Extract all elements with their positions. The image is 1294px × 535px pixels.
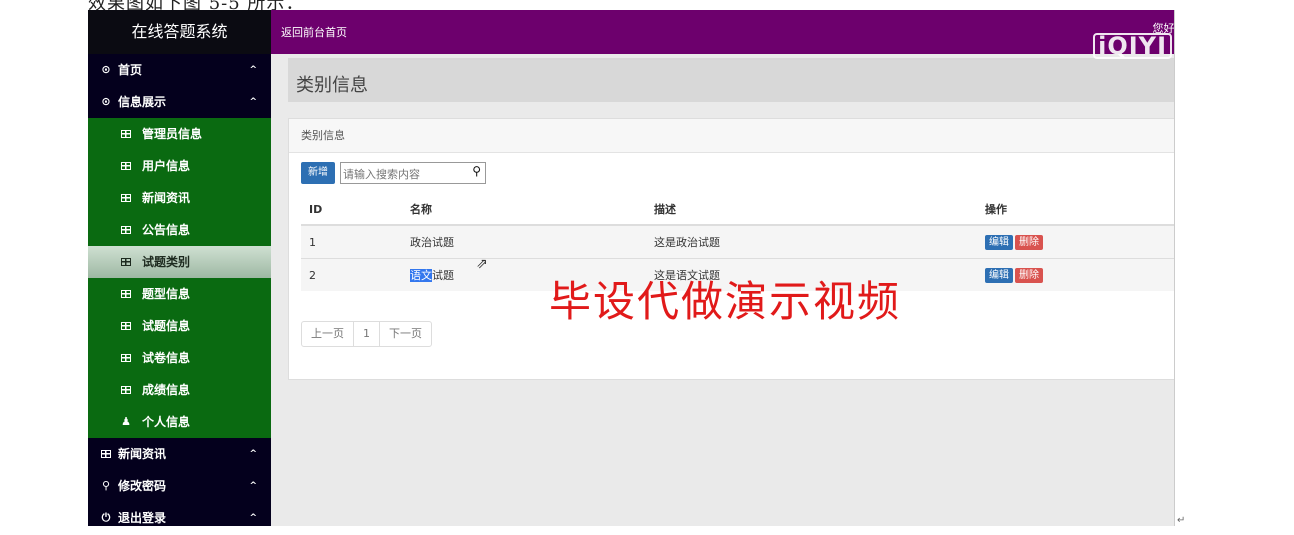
cell-name: 政治试题 bbox=[402, 224, 646, 259]
cell-id: 1 bbox=[301, 224, 402, 259]
sidebar-item-label: 用户信息 bbox=[142, 159, 191, 173]
column-header-actions: 操作 bbox=[977, 194, 1174, 226]
sidebar-item-label: 试题信息 bbox=[142, 319, 191, 333]
table-icon bbox=[120, 214, 132, 246]
chevron-up-icon: ^ bbox=[249, 481, 257, 491]
back-to-frontend-link[interactable]: 返回前台首页 bbox=[281, 24, 347, 40]
column-header-id: ID bbox=[301, 194, 402, 226]
table-icon bbox=[100, 438, 112, 470]
sidebar-item-label: 试卷信息 bbox=[142, 351, 191, 365]
chevron-up-icon: ^ bbox=[249, 97, 257, 107]
sidebar-item-label: 公告信息 bbox=[142, 223, 191, 237]
add-button[interactable]: 新增 bbox=[301, 162, 335, 184]
sidebar-item-label: 新闻资讯 bbox=[118, 447, 167, 461]
cell-description: 这是政治试题 bbox=[646, 224, 977, 259]
sidebar-item-info-display[interactable]: ⊙ 信息展示 ^ bbox=[88, 86, 271, 118]
sidebar-item-admin-info[interactable]: 管理员信息 bbox=[88, 118, 271, 150]
sidebar-item-label: 退出登录 bbox=[118, 511, 167, 525]
cell-actions: 编辑 删除 bbox=[977, 258, 1174, 291]
pagination: 上一页 1 下一页 bbox=[301, 321, 432, 347]
sidebar-submenu: 管理员信息 用户信息 新闻资讯 公告信息 试题类别 题型信息 试题信息 试卷信息… bbox=[88, 118, 271, 438]
table-header-row: ID 名称 描述 操作 bbox=[301, 194, 1174, 226]
watermark-overlay: 毕设代做演示视频 bbox=[549, 277, 902, 326]
mouse-cursor-icon: ⇗ bbox=[476, 256, 488, 272]
chevron-up-icon: ^ bbox=[249, 449, 257, 459]
sidebar-item-home[interactable]: ⊙ 首页 ^ bbox=[88, 54, 271, 86]
column-header-description: 描述 bbox=[646, 194, 977, 226]
sidebar-item-news-section[interactable]: 新闻资讯 ^ bbox=[88, 438, 271, 470]
next-page-button[interactable]: 下一页 bbox=[380, 322, 431, 346]
prev-page-button[interactable]: 上一页 bbox=[302, 322, 354, 346]
table-icon bbox=[120, 246, 132, 278]
sidebar-item-label: 试题类别 bbox=[142, 255, 191, 269]
page-header: 类别信息 bbox=[288, 58, 1174, 102]
page-edge-divider bbox=[1174, 10, 1175, 526]
sidebar-item-label: 成绩信息 bbox=[142, 383, 191, 397]
table-row: 1 政治试题 这是政治试题 编辑 删除 bbox=[301, 224, 1174, 259]
search-input[interactable] bbox=[341, 165, 461, 184]
sidebar: 在线答题系统 ⊙ 首页 ^ ⊙ 信息展示 ^ 管理员信息 用户信息 新闻资讯 公… bbox=[88, 10, 271, 526]
table-icon bbox=[120, 150, 132, 182]
sidebar-item-label: 管理员信息 bbox=[142, 127, 203, 141]
sidebar-item-change-password[interactable]: ⚲ 修改密码 ^ bbox=[88, 470, 271, 502]
sidebar-item-question-info[interactable]: 试题信息 bbox=[88, 310, 271, 342]
sidebar-item-news[interactable]: 新闻资讯 bbox=[88, 182, 271, 214]
sidebar-item-label: 修改密码 bbox=[118, 479, 167, 493]
table-icon bbox=[120, 278, 132, 310]
top-bar: 返回前台首页 您好, bbox=[271, 10, 1174, 54]
toolbar: 新增 ⚲ bbox=[301, 162, 486, 184]
sidebar-item-score-info[interactable]: 成绩信息 bbox=[88, 374, 271, 406]
sidebar-item-question-category[interactable]: 试题类别 bbox=[88, 246, 271, 278]
edit-button[interactable]: 编辑 bbox=[985, 267, 1013, 283]
table-icon bbox=[120, 118, 132, 150]
cell-id: 2 bbox=[301, 258, 402, 291]
cell-actions: 编辑 删除 bbox=[977, 224, 1174, 259]
search-icon[interactable]: ⚲ bbox=[472, 164, 481, 178]
sidebar-item-notice[interactable]: 公告信息 bbox=[88, 214, 271, 246]
content-panel: 类别信息 新增 ⚲ ID 名称 描述 操作 bbox=[288, 118, 1174, 380]
dashboard-icon: ⊙ bbox=[101, 63, 111, 76]
cell-name-rest: 试题 bbox=[432, 269, 454, 282]
user-icon: ♟ bbox=[121, 415, 131, 428]
table-icon bbox=[120, 342, 132, 374]
edit-button[interactable]: 编辑 bbox=[985, 234, 1013, 250]
sidebar-item-label: 新闻资讯 bbox=[142, 191, 191, 205]
sidebar-item-user-info[interactable]: 用户信息 bbox=[88, 150, 271, 182]
table-icon bbox=[120, 374, 132, 406]
sidebar-item-label: 个人信息 bbox=[142, 415, 191, 429]
power-icon: ⏻ bbox=[101, 511, 111, 524]
delete-button[interactable]: 删除 bbox=[1015, 267, 1043, 283]
app-brand: 在线答题系统 bbox=[88, 10, 271, 54]
page-title: 类别信息 bbox=[296, 75, 368, 96]
sidebar-item-label: 题型信息 bbox=[142, 287, 191, 301]
sidebar-item-label: 信息展示 bbox=[118, 95, 167, 109]
sidebar-item-paper-info[interactable]: 试卷信息 bbox=[88, 342, 271, 374]
column-header-name: 名称 bbox=[402, 194, 646, 226]
page-number-button[interactable]: 1 bbox=[354, 322, 380, 346]
chevron-up-icon: ^ bbox=[249, 65, 257, 75]
sidebar-item-question-type[interactable]: 题型信息 bbox=[88, 278, 271, 310]
sidebar-item-personal-info[interactable]: ♟ 个人信息 bbox=[88, 406, 271, 438]
delete-button[interactable]: 删除 bbox=[1015, 234, 1043, 250]
panel-title: 类别信息 bbox=[289, 119, 1174, 153]
paragraph-mark-icon: ↵ bbox=[1177, 515, 1186, 526]
search-box: ⚲ bbox=[340, 162, 486, 184]
sidebar-item-logout[interactable]: ⏻ 退出登录 ^ bbox=[88, 502, 271, 526]
selected-text: 语文 bbox=[410, 269, 432, 282]
table-icon bbox=[120, 310, 132, 342]
unlock-icon: ⚲ bbox=[101, 479, 111, 492]
iqiyi-logo: iQIYI bbox=[1093, 33, 1172, 59]
sidebar-item-label: 首页 bbox=[118, 63, 143, 77]
chevron-up-icon: ^ bbox=[249, 513, 257, 523]
dashboard-icon: ⊙ bbox=[101, 95, 111, 108]
table-icon bbox=[120, 182, 132, 214]
